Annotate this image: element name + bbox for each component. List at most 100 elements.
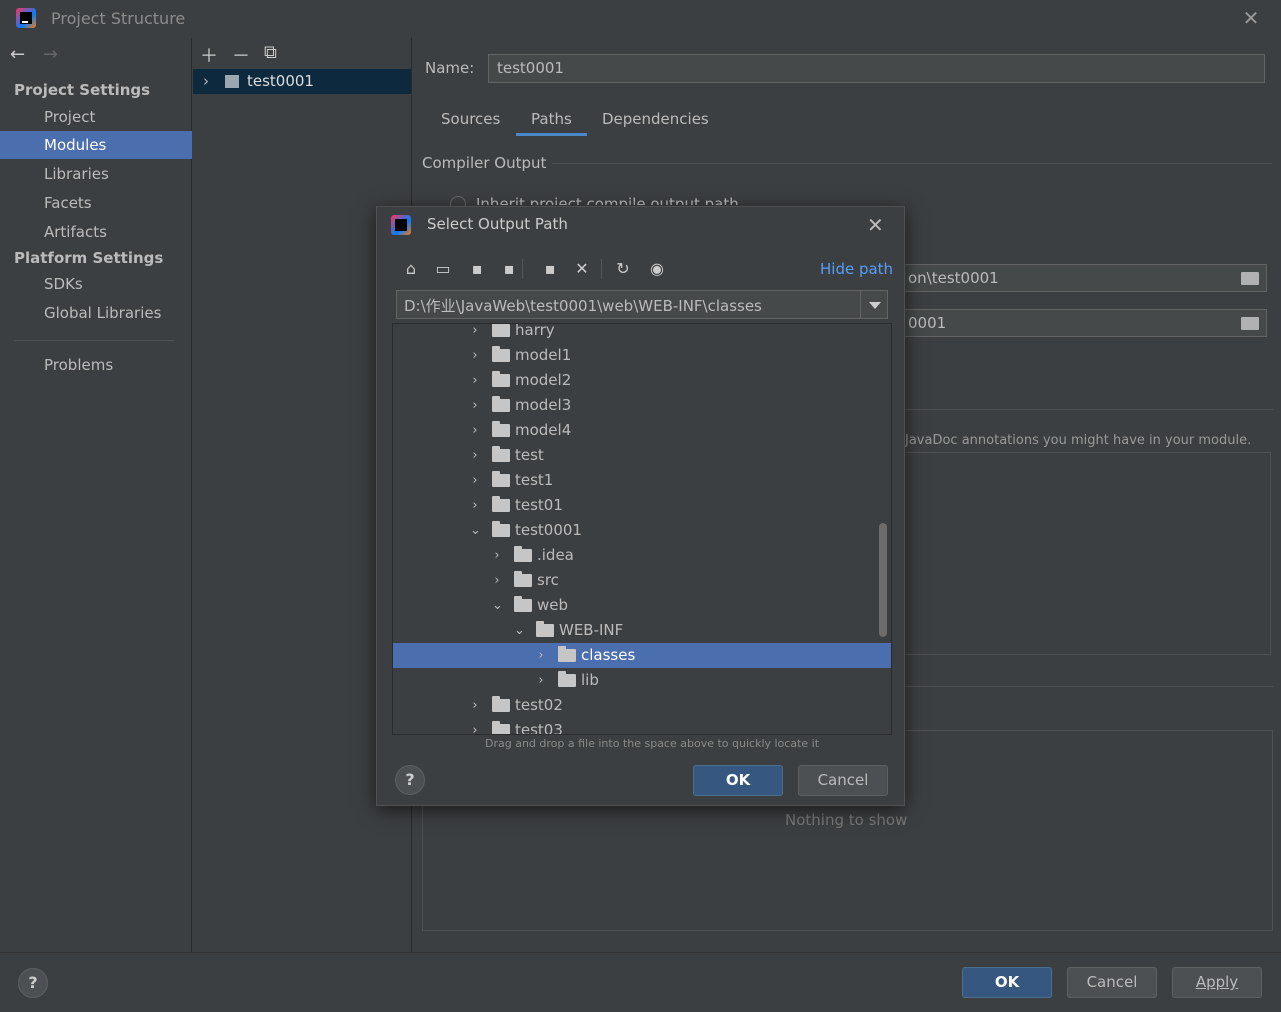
chevron-right-icon[interactable]: › bbox=[470, 368, 480, 393]
new-folder-icon[interactable]: ▪ bbox=[540, 259, 560, 279]
tree-row[interactable]: › test02 bbox=[393, 693, 891, 718]
chevron-right-icon[interactable]: › bbox=[470, 443, 480, 468]
tree-row[interactable]: › model3 bbox=[393, 393, 891, 418]
tree-row[interactable]: › test bbox=[393, 443, 891, 468]
nav-item-sdks[interactable]: SDKs bbox=[0, 270, 192, 298]
nav-item-modules[interactable]: Modules bbox=[0, 131, 192, 159]
tree-row[interactable]: ⌄ WEB-INF bbox=[393, 618, 891, 643]
delete-icon[interactable]: ✕ bbox=[572, 259, 592, 279]
tree-row[interactable]: › lib bbox=[393, 668, 891, 693]
test-output-path-text: 0001 bbox=[908, 314, 947, 332]
folder-icon bbox=[492, 696, 510, 712]
hide-path-link[interactable]: Hide path bbox=[820, 260, 893, 278]
module-row[interactable]: › test0001 bbox=[193, 69, 411, 94]
nav-item-global-libraries[interactable]: Global Libraries bbox=[0, 299, 192, 327]
chevron-right-icon[interactable]: › bbox=[536, 668, 546, 693]
nav-item-artifacts[interactable]: Artifacts bbox=[0, 218, 192, 246]
chevron-down-icon[interactable]: ⌄ bbox=[470, 518, 481, 543]
chevron-right-icon[interactable]: › bbox=[470, 718, 480, 734]
project-folder-icon[interactable]: ▪ bbox=[467, 259, 487, 279]
chevron-right-icon[interactable]: › bbox=[470, 393, 480, 418]
tree-row-label: model1 bbox=[515, 346, 572, 364]
nav-item-libraries[interactable]: Libraries bbox=[0, 160, 192, 188]
tab-dependencies[interactable]: Dependencies bbox=[602, 110, 709, 136]
cancel-button[interactable]: Cancel bbox=[1067, 967, 1157, 998]
tree-row-label: classes bbox=[581, 646, 636, 664]
dialog-cancel-button[interactable]: Cancel bbox=[798, 765, 888, 796]
help-button[interactable]: ? bbox=[18, 968, 48, 998]
chevron-down-icon[interactable]: ⌄ bbox=[514, 618, 525, 643]
chevron-right-icon[interactable]: › bbox=[470, 693, 480, 718]
chevron-right-icon[interactable]: › bbox=[470, 418, 480, 443]
chevron-right-icon[interactable]: › bbox=[470, 493, 480, 518]
home-icon[interactable]: ⌂ bbox=[401, 259, 421, 279]
tree-scrollbar[interactable] bbox=[879, 523, 887, 637]
tree-row[interactable]: › test01 bbox=[393, 493, 891, 518]
back-arrow-icon[interactable]: ← bbox=[10, 44, 25, 65]
dropdown-arrow-icon[interactable] bbox=[860, 291, 888, 318]
module-name-field[interactable]: test0001 bbox=[488, 54, 1265, 83]
ok-button[interactable]: OK bbox=[962, 967, 1052, 998]
module-folder-icon[interactable]: ▪ bbox=[499, 259, 519, 279]
chevron-right-icon[interactable]: › bbox=[492, 543, 502, 568]
toolbar-separator bbox=[522, 259, 523, 279]
path-combobox[interactable]: D:\作业\JavaWeb\test0001\web\WEB-INF\class… bbox=[396, 290, 888, 319]
section-divider bbox=[903, 686, 1273, 687]
folder-icon bbox=[492, 421, 510, 437]
help-button[interactable]: ? bbox=[395, 765, 425, 795]
nav-item-problems[interactable]: Problems bbox=[0, 351, 192, 379]
name-label: Name: bbox=[425, 59, 475, 77]
nav-item-project[interactable]: Project bbox=[0, 103, 192, 131]
section-divider bbox=[552, 163, 1272, 164]
modules-toolbar: ＋ － ⧉ bbox=[200, 42, 277, 68]
chevron-down-icon[interactable]: ⌄ bbox=[492, 593, 503, 618]
close-icon[interactable]: ✕ bbox=[867, 213, 884, 237]
tree-row[interactable]: › classes bbox=[393, 643, 891, 668]
compiler-output-title: Compiler Output bbox=[422, 154, 547, 172]
tab-sources[interactable]: Sources bbox=[441, 110, 500, 136]
copy-icon[interactable]: ⧉ bbox=[264, 42, 277, 68]
tree-row[interactable]: ⌄ web bbox=[393, 593, 891, 618]
forward-arrow-icon[interactable]: → bbox=[43, 44, 58, 65]
tree-row[interactable]: ⌄ test0001 bbox=[393, 518, 891, 543]
close-window-button[interactable]: ✕ bbox=[1240, 7, 1262, 29]
add-icon[interactable]: ＋ bbox=[200, 42, 218, 68]
chevron-right-icon[interactable]: › bbox=[470, 324, 480, 343]
intellij-logo-icon bbox=[391, 215, 411, 235]
chevron-right-icon[interactable]: › bbox=[470, 468, 480, 493]
tree-row[interactable]: › model4 bbox=[393, 418, 891, 443]
desktop-icon[interactable]: ▭ bbox=[433, 259, 453, 279]
chevron-right-icon[interactable]: › bbox=[470, 343, 480, 368]
tree-row[interactable]: › test03 bbox=[393, 718, 891, 734]
tree-row[interactable]: › test1 bbox=[393, 468, 891, 493]
chevron-right-icon[interactable]: › bbox=[492, 568, 502, 593]
show-hidden-icon[interactable]: ◉ bbox=[647, 259, 667, 279]
test-output-path-field[interactable]: 0001 bbox=[903, 309, 1267, 337]
folder-icon bbox=[514, 596, 532, 612]
tree-row[interactable]: › model1 bbox=[393, 343, 891, 368]
tree-row[interactable]: › src bbox=[393, 568, 891, 593]
folder-icon bbox=[514, 546, 532, 562]
tab-paths[interactable]: Paths bbox=[516, 110, 587, 136]
dialog-ok-button[interactable]: OK bbox=[693, 765, 783, 796]
tree-row[interactable]: › harry bbox=[393, 324, 891, 343]
remove-icon[interactable]: － bbox=[232, 42, 250, 68]
tree-row[interactable]: › model2 bbox=[393, 368, 891, 393]
folder-icon bbox=[492, 521, 510, 537]
folder-tree[interactable]: › harry › model1 › model2 › model3 › model4 › test ›… bbox=[392, 323, 892, 735]
nav-item-facets[interactable]: Facets bbox=[0, 189, 192, 217]
tree-row-label: .idea bbox=[537, 546, 574, 564]
chevron-right-icon[interactable]: › bbox=[536, 643, 546, 668]
folder-icon bbox=[514, 571, 532, 587]
output-path-field[interactable]: on\test0001 bbox=[903, 264, 1267, 292]
folder-icon bbox=[536, 621, 554, 637]
chevron-right-icon[interactable]: › bbox=[203, 69, 209, 94]
folder-open-icon[interactable] bbox=[1241, 317, 1259, 330]
tree-row-label: model2 bbox=[515, 371, 572, 389]
folder-open-icon[interactable] bbox=[1241, 272, 1259, 285]
apply-button[interactable]: Apply bbox=[1172, 967, 1262, 998]
tree-row[interactable]: › .idea bbox=[393, 543, 891, 568]
refresh-icon[interactable]: ↻ bbox=[613, 259, 633, 279]
folder-icon bbox=[558, 646, 576, 662]
tree-row-label: lib bbox=[581, 671, 599, 689]
